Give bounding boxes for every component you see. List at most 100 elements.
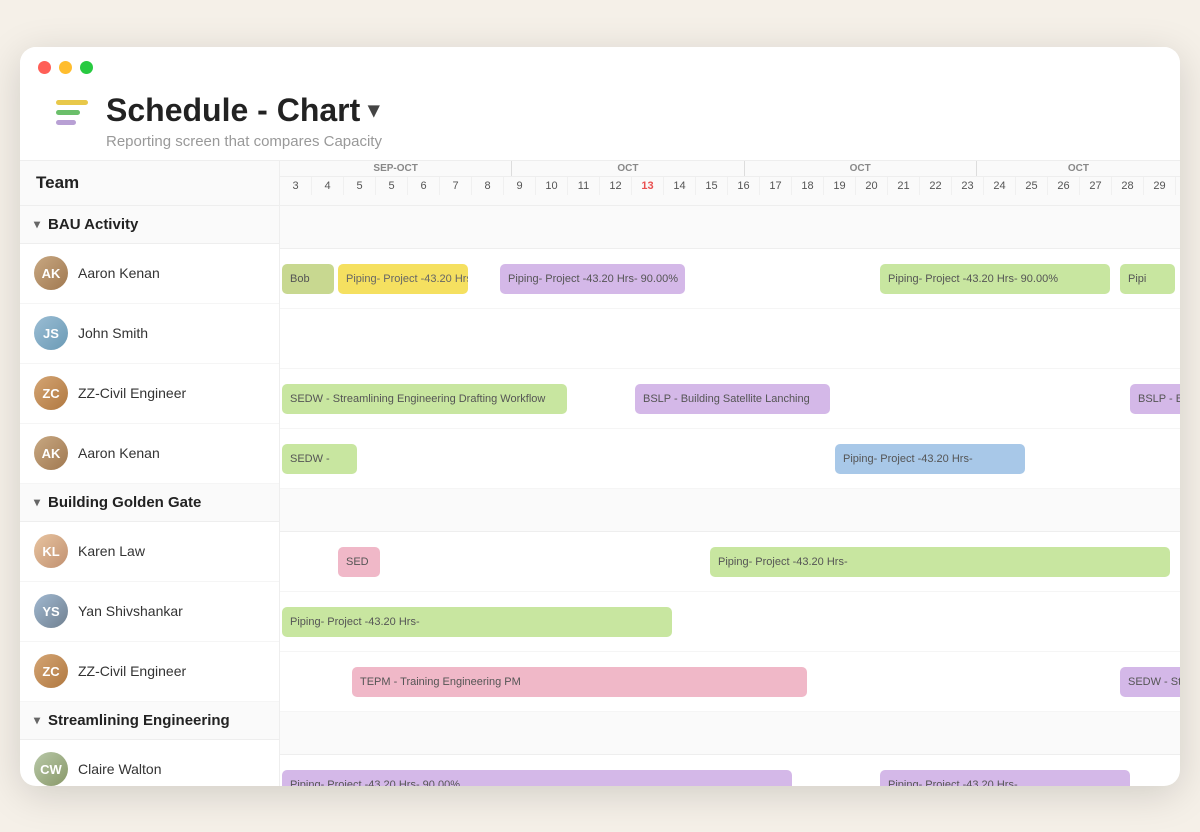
chart-body: ▾ BAU Activity AK Aaron Kenan JS John Sm… — [20, 206, 1180, 786]
gantt-bar[interactable]: Bob — [282, 264, 334, 294]
page-header: Schedule - Chart ▾ Reporting screen that… — [20, 74, 1180, 160]
avatar: ZC — [34, 654, 68, 688]
team-list: ▾ BAU Activity AK Aaron Kenan JS John Sm… — [20, 206, 280, 786]
minimize-button[interactable] — [59, 61, 72, 74]
chevron-golden: ▾ — [34, 495, 40, 509]
list-item: YS Yan Shivshankar — [20, 582, 279, 642]
avatar: ZC — [34, 376, 68, 410]
chevron-streamlining: ▾ — [34, 713, 40, 727]
gantt-bar[interactable]: Piping- Project -43.20 Hrs- — [880, 770, 1130, 786]
close-button[interactable] — [38, 61, 51, 74]
day-13: 13 — [632, 177, 664, 195]
member-name: ZZ-Civil Engineer — [78, 663, 186, 679]
gantt-group-header-streamlining — [280, 712, 1180, 755]
gantt-bar[interactable]: Piping- Project -43.20 Hrs- 90.00% — [500, 264, 685, 294]
page-title: Schedule - Chart ▾ — [106, 92, 382, 129]
gantt-bar[interactable]: Piping- Project -43.20 Hrs- — [338, 264, 468, 294]
title-dropdown-arrow[interactable]: ▾ — [368, 97, 379, 123]
icon-bar-green — [56, 110, 80, 115]
avatar: YS — [34, 594, 68, 628]
member-name: Aaron Kenan — [78, 445, 160, 461]
maximize-button[interactable] — [80, 61, 93, 74]
dates-header: SEP-OCT OCT OCT OCT 3 4 5 — [280, 161, 1180, 205]
gantt-group-header-golden — [280, 489, 1180, 532]
day-28: 28 — [1112, 177, 1144, 195]
gantt-bar[interactable]: SED — [338, 547, 380, 577]
day-12: 12 — [600, 177, 632, 195]
day-11: 11 — [568, 177, 600, 195]
gantt-row-karen: SED Piping- Project -43.20 Hrs- — [280, 532, 1180, 592]
group-name-bau: BAU Activity — [48, 216, 138, 233]
gantt-row-aaron1: Bob Piping- Project -43.20 Hrs- Piping- … — [280, 249, 1180, 309]
gantt-bar[interactable]: Piping- Project -43.20 Hrs- — [282, 607, 672, 637]
icon-bar-yellow — [56, 100, 88, 105]
avatar: AK — [34, 256, 68, 290]
gantt-row-aaron2: SEDW - Piping- Project -43.20 Hrs- — [280, 429, 1180, 489]
day-17: 17 — [760, 177, 792, 195]
day-16: 16 — [728, 177, 760, 195]
gantt-bar[interactable]: Piping- Project -43.20 Hrs- — [835, 444, 1025, 474]
day-7: 7 — [440, 177, 472, 195]
group-header-streamlining[interactable]: ▾ Streamlining Engineering — [20, 702, 279, 740]
day-5a: 5 — [344, 177, 376, 195]
gantt-row-claire: Piping- Project -43.20 Hrs- 90.00% Pipin… — [280, 755, 1180, 786]
day-26: 26 — [1048, 177, 1080, 195]
day-10: 10 — [536, 177, 568, 195]
gantt-bar[interactable]: SEDW - St — [1120, 667, 1180, 697]
month-label-sepoct: SEP-OCT — [280, 161, 511, 176]
avatar: KL — [34, 534, 68, 568]
gantt-bar[interactable]: SEDW - Streamlining Engineering Drafting… — [282, 384, 567, 414]
team-column-header: Team — [20, 161, 280, 205]
gantt-row-yan: Piping- Project -43.20 Hrs- — [280, 592, 1180, 652]
member-name: Yan Shivshankar — [78, 603, 183, 619]
member-name: Karen Law — [78, 543, 145, 559]
group-name-streamlining: Streamlining Engineering — [48, 712, 230, 729]
gantt-bar[interactable]: SEDW - — [282, 444, 357, 474]
member-name: Claire Walton — [78, 761, 162, 777]
gantt-bar[interactable]: Piping- Project -43.20 Hrs- 90.00% — [880, 264, 1110, 294]
list-item: ZC ZZ-Civil Engineer — [20, 364, 279, 424]
list-item: AK Aaron Kenan — [20, 244, 279, 304]
header-text: Schedule - Chart ▾ Reporting screen that… — [106, 92, 382, 150]
page-subtitle: Reporting screen that compares Capacity — [106, 133, 382, 150]
gantt-bar[interactable]: BSLP - Building Satellite Lanching — [635, 384, 830, 414]
avatar: CW — [34, 752, 68, 786]
group-header-bau[interactable]: ▾ BAU Activity — [20, 206, 279, 244]
day-4: 4 — [312, 177, 344, 195]
day-8: 8 — [472, 177, 504, 195]
day-14: 14 — [664, 177, 696, 195]
day-23: 23 — [952, 177, 984, 195]
group-name-golden: Building Golden Gate — [48, 494, 201, 511]
day-27: 27 — [1080, 177, 1112, 195]
gantt-bar[interactable]: Piping- Project -43.20 Hrs- — [710, 547, 1170, 577]
gantt-bar[interactable]: Piping- Project -43.20 Hrs- 90.00% — [282, 770, 792, 786]
list-item: ZC ZZ-Civil Engineer — [20, 642, 279, 702]
list-item: KL Karen Law — [20, 522, 279, 582]
app-window: Schedule - Chart ▾ Reporting screen that… — [20, 47, 1180, 786]
chart-container: Team SEP-OCT OCT OCT OCT — [20, 160, 1180, 786]
day-25: 25 — [1016, 177, 1048, 195]
member-name: John Smith — [78, 325, 148, 341]
gantt-area: Bob Piping- Project -43.20 Hrs- Piping- … — [280, 206, 1180, 786]
day-22: 22 — [920, 177, 952, 195]
gantt-bar[interactable]: BSLP - Building Satellite — [1130, 384, 1180, 414]
day-19: 19 — [824, 177, 856, 195]
gantt-group-header-bau — [280, 206, 1180, 249]
group-header-golden[interactable]: ▾ Building Golden Gate — [20, 484, 279, 522]
member-name: Aaron Kenan — [78, 265, 160, 281]
titlebar — [20, 47, 1180, 74]
list-item: JS John Smith — [20, 304, 279, 364]
day-3: 3 — [280, 177, 312, 195]
month-label-oct3: OCT — [977, 161, 1180, 176]
avatar: JS — [34, 316, 68, 350]
list-item: CW Claire Walton — [20, 740, 279, 786]
gantt-row-zzcivil2: TEPM - Training Engineering PM SEDW - St — [280, 652, 1180, 712]
day-6: 6 — [408, 177, 440, 195]
day-5b: 5 — [376, 177, 408, 195]
day-21: 21 — [888, 177, 920, 195]
icon-bar-purple — [56, 120, 76, 125]
gantt-bar[interactable]: TEPM - Training Engineering PM — [352, 667, 807, 697]
day-24: 24 — [984, 177, 1016, 195]
gantt-bar[interactable]: Pipi — [1120, 264, 1175, 294]
gantt-row-zzcivil1: SEDW - Streamlining Engineering Drafting… — [280, 369, 1180, 429]
